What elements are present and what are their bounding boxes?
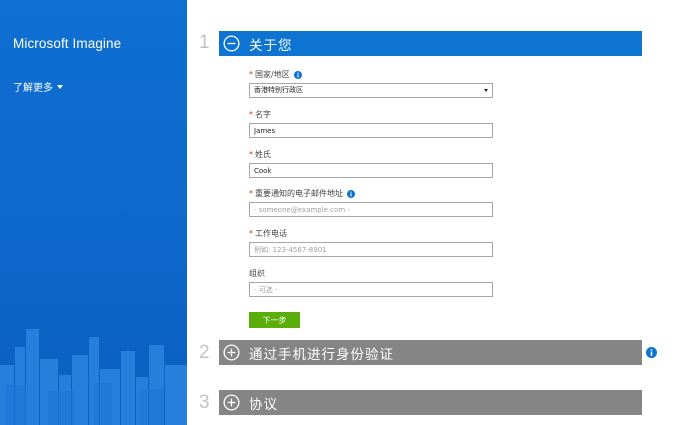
learn-more-menu[interactable]: 了解更多 — [13, 79, 63, 94]
section-1-title: 关于您 — [249, 37, 293, 54]
org-input[interactable] — [249, 282, 493, 297]
last-name-label-text: 姓氏 — [255, 150, 271, 159]
required-marker: * — [249, 70, 253, 79]
org-label: 组织 — [249, 268, 265, 279]
country-select[interactable]: 香港特别行政区 — [249, 83, 493, 98]
plus-circle-icon — [223, 344, 240, 361]
org-label-text: 组织 — [249, 269, 265, 278]
first-name-label: * 名字 — [249, 109, 271, 120]
city-skyline-icon — [0, 329, 187, 425]
email-label-text: 重要通知的电子邮件地址 — [255, 189, 343, 198]
dropdown-arrow-icon — [484, 89, 488, 92]
section-3-title: 协议 — [249, 396, 278, 413]
country-label: * 国家/地区 — [249, 69, 302, 80]
section-2-number: 2 — [199, 342, 210, 363]
next-button[interactable]: 下一步 — [249, 312, 300, 328]
phone-label-text: 工作电话 — [255, 229, 287, 238]
section-1-number: 1 — [199, 32, 210, 53]
phone-label: * 工作电话 — [249, 228, 287, 239]
plus-circle-icon — [223, 394, 240, 411]
required-marker: * — [249, 189, 253, 198]
section-3-number: 3 — [199, 392, 210, 413]
last-name-label: * 姓氏 — [249, 149, 271, 160]
section-2-header[interactable]: 通过手机进行身份验证 — [219, 340, 642, 365]
minus-circle-icon — [223, 35, 240, 52]
required-marker: * — [249, 110, 253, 119]
country-label-text: 国家/地区 — [255, 70, 290, 79]
info-icon[interactable] — [347, 189, 355, 198]
section-1-header[interactable]: 关于您 — [219, 31, 642, 56]
required-marker: * — [249, 229, 253, 238]
phone-input[interactable] — [249, 242, 493, 257]
country-selected-value: 香港特别行政区 — [254, 86, 303, 94]
info-icon[interactable] — [293, 70, 302, 79]
first-name-input[interactable] — [249, 123, 493, 138]
info-icon[interactable] — [646, 347, 657, 358]
chevron-down-icon — [57, 84, 63, 89]
first-name-label-text: 名字 — [255, 110, 271, 119]
email-input[interactable] — [249, 202, 493, 217]
brand-title: Microsoft Imagine — [13, 36, 122, 51]
email-label: * 重要通知的电子邮件地址 — [249, 188, 355, 199]
section-3-header[interactable]: 协议 — [219, 390, 642, 415]
sidebar: Microsoft Imagine 了解更多 — [0, 0, 187, 425]
last-name-input[interactable] — [249, 163, 493, 178]
learn-more-label: 了解更多 — [13, 83, 53, 94]
section-2-title: 通过手机进行身份验证 — [249, 346, 394, 363]
required-marker: * — [249, 150, 253, 159]
